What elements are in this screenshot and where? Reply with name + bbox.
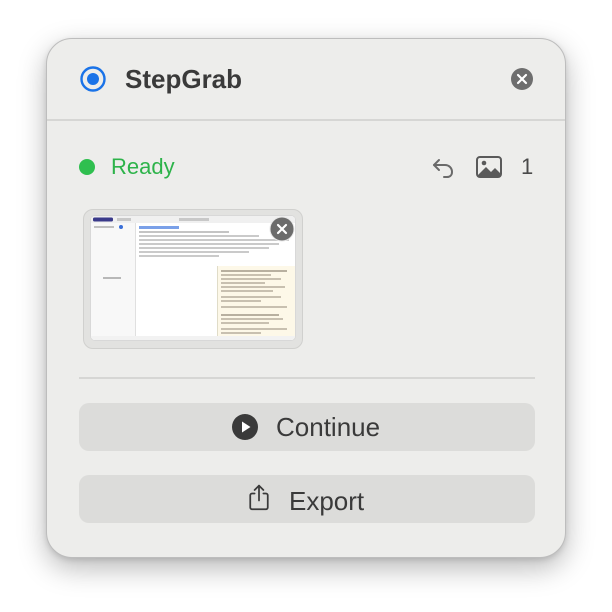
continue-button-label: Continue: [276, 412, 381, 442]
play-circle-icon: [232, 414, 258, 440]
remove-capture-icon[interactable]: [269, 216, 295, 242]
continue-button[interactable]: Continue: [79, 403, 535, 451]
status-indicator-dot: [79, 159, 95, 175]
photo-icon[interactable]: [475, 155, 503, 179]
record-target-icon: [80, 66, 106, 92]
status-label: Ready: [111, 154, 175, 179]
section-divider: [79, 377, 535, 379]
share-export-icon: [249, 484, 269, 511]
header-divider: [47, 119, 565, 121]
panel-header: StepGrab: [47, 39, 565, 119]
stepgrab-panel: StepGrab Ready 1 Continue Export: [46, 38, 566, 558]
undo-icon[interactable]: [430, 154, 456, 180]
image-count: 1: [521, 154, 534, 179]
capture-thumbnail-image: [91, 216, 295, 340]
close-icon[interactable]: [510, 67, 534, 91]
export-button-label: Export: [289, 486, 365, 516]
export-button[interactable]: Export: [79, 475, 535, 523]
app-title: StepGrab: [125, 64, 243, 94]
